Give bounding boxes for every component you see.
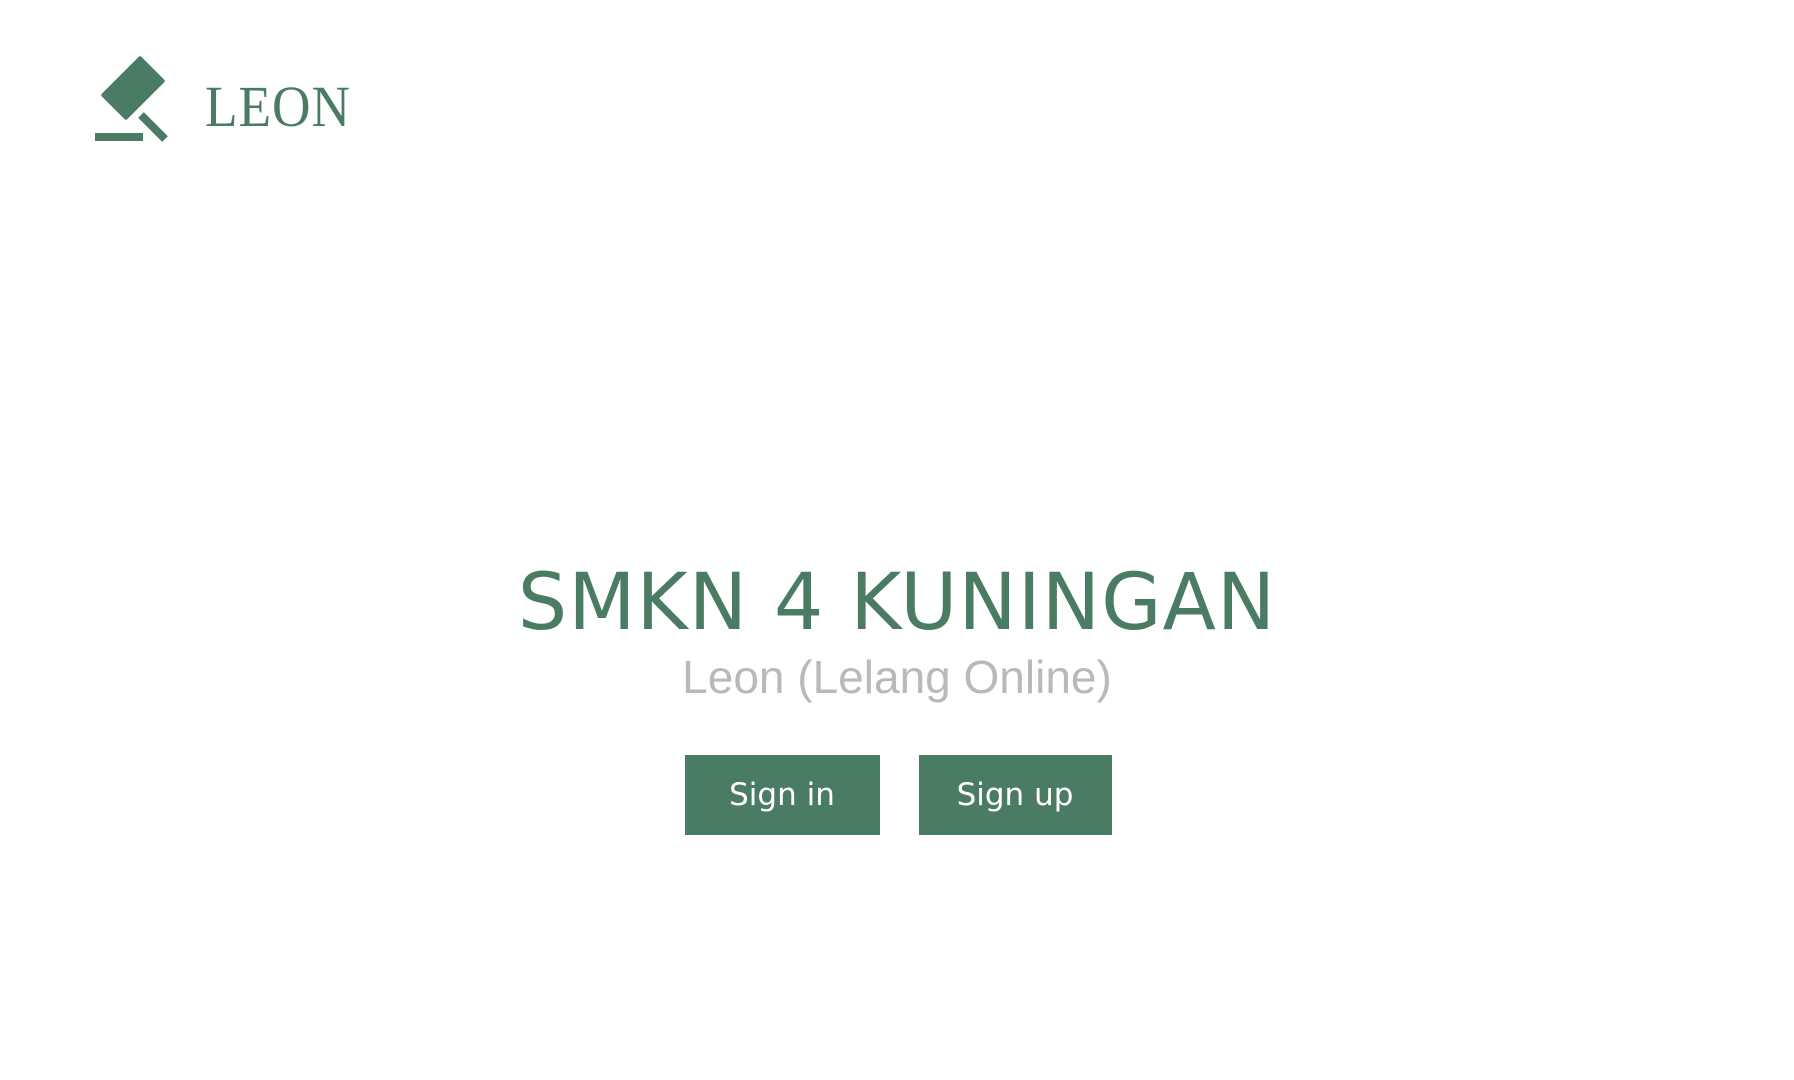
auth-actions: Sign in Sign up (0, 755, 1794, 835)
page-subtitle: Leon (Lelang Online) (682, 651, 1112, 703)
brand-logo[interactable]: LEON (95, 54, 364, 142)
brand-name: LEON (205, 74, 351, 139)
gavel-icon (95, 56, 168, 142)
sign-in-button[interactable]: Sign in (684, 755, 880, 835)
page-title: SMKN 4 KUNINGAN (517, 558, 1277, 648)
sign-up-button[interactable]: Sign up (918, 755, 1112, 835)
hero-section: SMKN 4 KUNINGAN Leon (Lelang Online) (0, 555, 1794, 703)
